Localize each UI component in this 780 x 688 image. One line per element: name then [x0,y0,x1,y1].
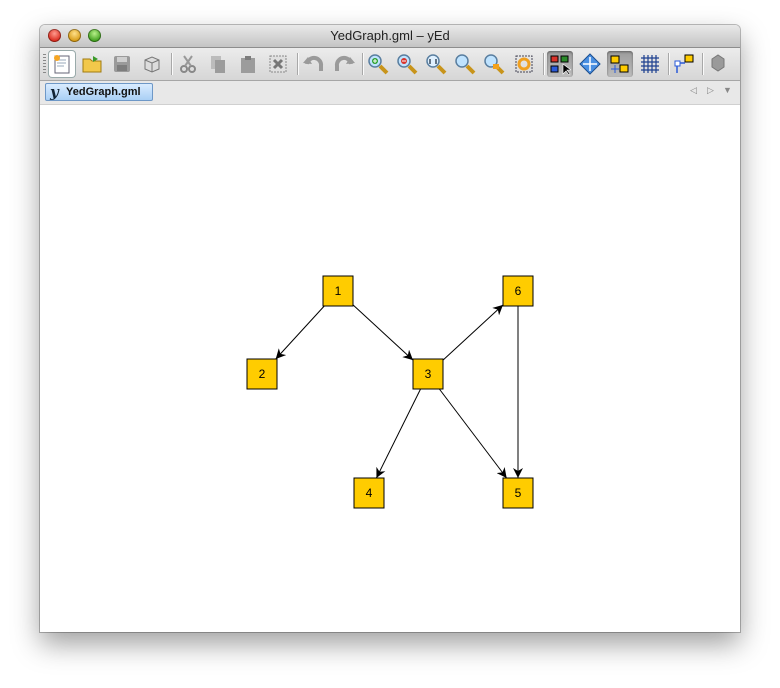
edit-mode-button[interactable] [547,51,573,77]
copy-button[interactable] [205,51,231,77]
grid-icon [641,55,659,73]
window-title: YedGraph.gml – yEd [330,28,450,43]
node-4[interactable]: 4 [353,477,385,509]
open-folder-icon [82,56,102,73]
save-disk-icon [114,56,130,72]
zoom-icon [455,54,476,75]
zoom-button[interactable] [452,51,478,77]
plugin-icon [711,54,725,72]
node-label: 4 [366,486,373,500]
edit-mode-icon [550,55,571,75]
undo-icon [303,55,324,71]
document-tabs: y YedGraph.gml ◁ ▷ ▼ [40,81,740,105]
redo-button[interactable] [331,51,357,77]
zoom-in-button[interactable] [365,51,391,77]
edge-3-6[interactable] [442,304,504,361]
delete-icon [269,55,287,73]
paste-icon [241,56,255,73]
new-document-button[interactable] [49,51,75,77]
cut-scissors-icon [180,55,196,73]
node-label: 1 [335,284,342,298]
paste-button[interactable] [235,51,261,77]
snap-lines-icon [610,55,629,73]
title-bar: YedGraph.gml – yEd [40,25,740,48]
tab-label: YedGraph.gml [66,86,141,98]
edge-3-4[interactable] [375,388,422,479]
save-button[interactable] [109,51,135,77]
ports-icon [674,54,694,73]
open-button[interactable] [79,51,105,77]
edge-1-3[interactable] [352,304,414,361]
node-3[interactable]: 3 [412,358,444,390]
node-1[interactable]: 1 [322,275,354,307]
main-toolbar [40,48,740,81]
graph-canvas[interactable]: 1 2 3 4 5 6 [40,105,740,632]
plugin-button[interactable] [705,51,731,77]
zoom-out-button[interactable] [394,51,420,77]
zoom-selection-button[interactable] [481,51,507,77]
node-6[interactable]: 6 [502,275,534,307]
cut-button[interactable] [175,51,201,77]
ports-button[interactable] [671,51,697,77]
zoom-in-icon [368,54,389,75]
navigation-mode-icon [579,53,601,75]
zoom-selection-icon [484,54,505,75]
navigation-mode-button[interactable] [577,51,603,77]
zoom-1to1-icon [426,54,447,75]
fit-content-button[interactable] [511,51,537,77]
node-5[interactable]: 5 [502,477,534,509]
undo-button[interactable] [301,51,327,77]
tab-yedgraph[interactable]: y YedGraph.gml [45,83,153,101]
tab-scroll-right-icon[interactable]: ▷ [707,85,714,96]
redo-icon [334,55,355,71]
delete-button[interactable] [265,51,291,77]
export-button[interactable] [139,51,165,77]
node-label: 6 [515,284,522,298]
snap-lines-button[interactable] [607,51,633,77]
zoom-out-icon [397,54,418,75]
new-document-icon [54,55,70,74]
edge-3-5[interactable] [438,388,508,479]
tab-list-dropdown-icon[interactable]: ▼ [723,85,732,95]
copy-icon [211,56,225,73]
fit-content-icon [515,55,533,73]
export-box-icon [144,56,160,73]
edge-1-2[interactable] [275,305,325,360]
grid-button[interactable] [637,51,663,77]
node-2[interactable]: 2 [246,358,278,390]
tab-scroll-left-icon[interactable]: ◁ [690,85,697,96]
app-window: YedGraph.gml – yEd y YedGraph.gml ◁ ▷ ▼ … [40,25,740,632]
node-label: 3 [425,367,432,381]
node-label: 5 [515,486,522,500]
toolbar-grip[interactable] [43,54,46,74]
graph-view[interactable]: 1 2 3 4 5 6 [40,105,740,632]
node-label: 2 [259,367,266,381]
yed-logo-icon: y [50,83,59,101]
zoom-1to1-button[interactable] [423,51,449,77]
